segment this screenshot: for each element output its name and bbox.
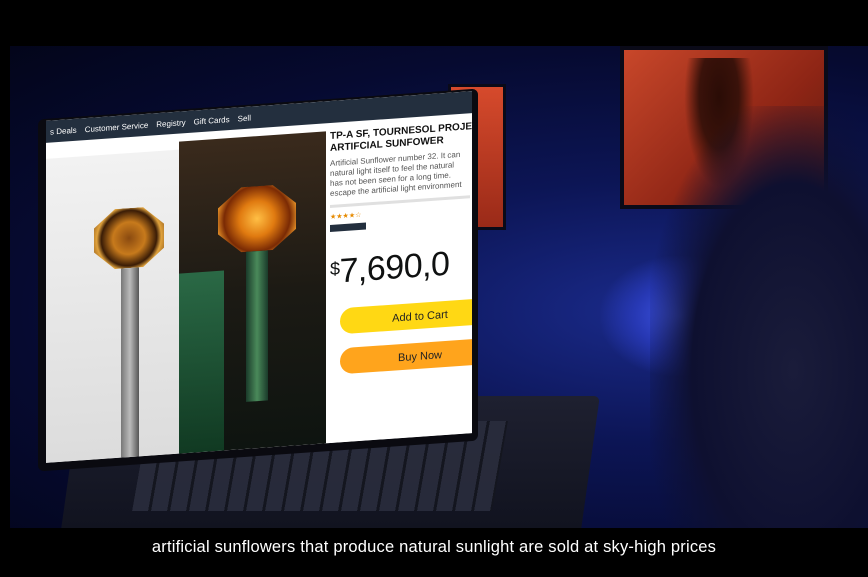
person-silhouette [650, 106, 868, 528]
price-value: 7,690,0 [339, 244, 450, 291]
sunflower-stem-image [121, 267, 139, 463]
product-title: TP-A SF, TOURNESOL PROJECT ARTIFCIAL SUN… [330, 117, 472, 155]
laptop-screen: s Deals Customer Service Registry Gift C… [46, 91, 472, 463]
buy-now-button[interactable]: Buy Now [340, 337, 472, 375]
video-frame: s Deals Customer Service Registry Gift C… [0, 0, 868, 577]
nav-item-deals[interactable]: s Deals [50, 125, 77, 136]
product-price: $7,690,0 [330, 245, 449, 292]
video-subtitle: artificial sunflowers that produce natur… [151, 538, 717, 556]
room-scene: s Deals Customer Service Registry Gift C… [10, 46, 868, 528]
letterbox-top [0, 0, 868, 46]
sunflower-head-image [94, 206, 164, 271]
price-currency: $ [330, 258, 340, 280]
nav-item-registry[interactable]: Registry [156, 118, 185, 129]
choice-badge [330, 222, 366, 233]
product-info-panel: TP-A SF, TOURNESOL PROJECT ARTIFCIAL SUN… [326, 117, 472, 444]
nav-item-sell[interactable]: Sell [238, 113, 251, 123]
star-rating-icon[interactable]: ★★★★☆ [330, 211, 361, 221]
add-to-cart-button[interactable]: Add to Cart [340, 297, 472, 335]
nav-item-customer-service[interactable]: Customer Service [85, 120, 149, 133]
glowing-stem-image [246, 250, 268, 402]
nav-item-gift-cards[interactable]: Gift Cards [194, 115, 230, 127]
